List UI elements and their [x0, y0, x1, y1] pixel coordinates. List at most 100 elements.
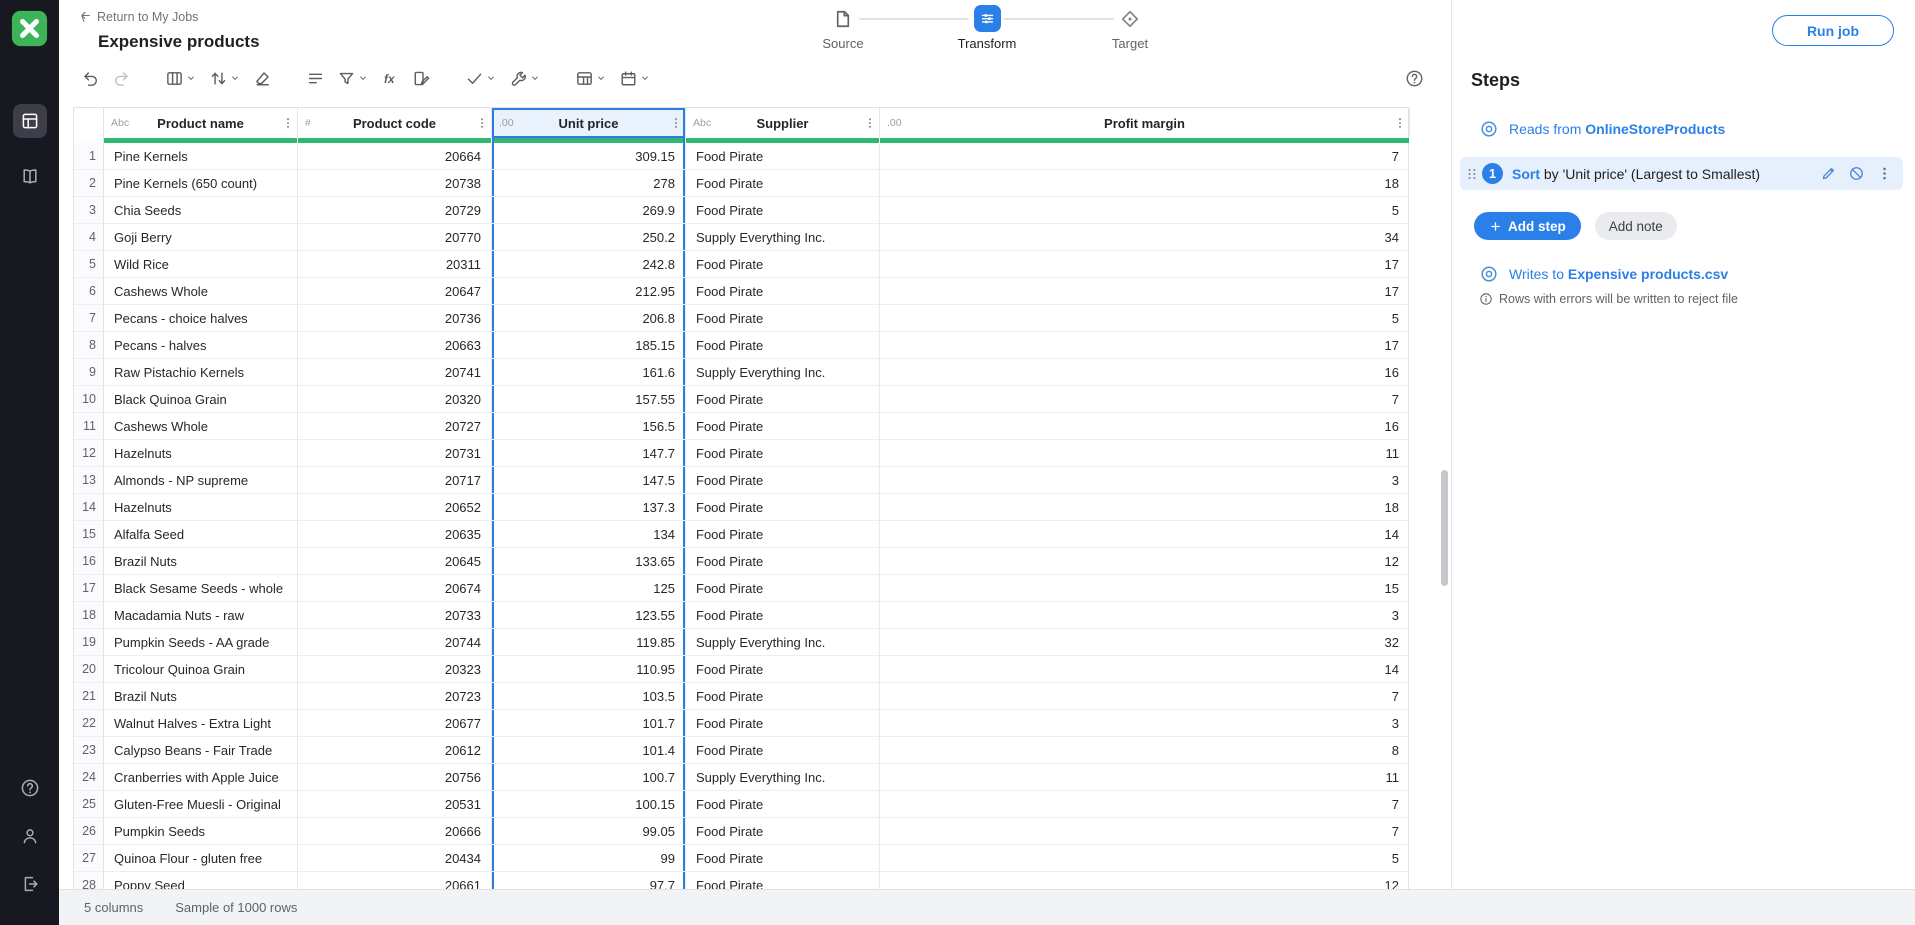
table-cell[interactable]: 7 — [880, 143, 1408, 170]
table-cell[interactable]: 134 — [492, 521, 686, 548]
table-cell[interactable]: Food Pirate — [686, 440, 880, 467]
table-cell[interactable]: 20320 — [298, 386, 492, 413]
table-cell[interactable]: 20434 — [298, 845, 492, 872]
library-icon[interactable] — [13, 159, 47, 193]
choose-columns-icon[interactable] — [162, 64, 200, 92]
table-cell[interactable]: Hazelnuts — [104, 440, 298, 467]
table-cell[interactable]: 5 — [880, 197, 1408, 224]
filter-icon[interactable] — [334, 64, 372, 92]
date-options-icon[interactable] — [616, 64, 654, 92]
table-cell[interactable]: 17 — [880, 332, 1408, 359]
table-cell[interactable]: Food Pirate — [686, 413, 880, 440]
table-cell[interactable]: 185.15 — [492, 332, 686, 359]
table-cell[interactable]: 147.7 — [492, 440, 686, 467]
logout-icon[interactable] — [13, 867, 47, 901]
table-cell[interactable]: Food Pirate — [686, 143, 880, 170]
table-cell[interactable]: 3 — [880, 467, 1408, 494]
column-menu-icon[interactable] — [281, 116, 295, 130]
table-cell[interactable]: Pecans - choice halves — [104, 305, 298, 332]
table-cell[interactable]: 206.8 — [492, 305, 686, 332]
validate-icon[interactable] — [462, 64, 500, 92]
row-number[interactable]: 5 — [74, 251, 104, 278]
table-cell[interactable]: 5 — [880, 305, 1408, 332]
table-cell[interactable]: 20677 — [298, 710, 492, 737]
row-operations-icon[interactable] — [303, 64, 328, 92]
table-cell[interactable]: 34 — [880, 224, 1408, 251]
table-cell[interactable]: 20736 — [298, 305, 492, 332]
table-cell[interactable]: 137.3 — [492, 494, 686, 521]
table-cell[interactable]: 212.95 — [492, 278, 686, 305]
table-cell[interactable]: Chia Seeds — [104, 197, 298, 224]
source-step[interactable]: Reads from OnlineStoreProducts — [1479, 117, 1903, 141]
table-cell[interactable]: 20645 — [298, 548, 492, 575]
table-cell[interactable]: Food Pirate — [686, 791, 880, 818]
table-cell[interactable]: Cashews Whole — [104, 278, 298, 305]
row-number[interactable]: 26 — [74, 818, 104, 845]
table-cell[interactable]: 278 — [492, 170, 686, 197]
row-number[interactable]: 23 — [74, 737, 104, 764]
row-number[interactable]: 13 — [74, 467, 104, 494]
table-cell[interactable]: Food Pirate — [686, 602, 880, 629]
target-step[interactable]: Writes to Expensive products.csv — [1479, 262, 1903, 286]
row-number[interactable]: 10 — [74, 386, 104, 413]
row-number[interactable]: 20 — [74, 656, 104, 683]
table-cell[interactable]: 7 — [880, 791, 1408, 818]
table-cell[interactable]: Food Pirate — [686, 872, 880, 889]
table-cell[interactable]: 20311 — [298, 251, 492, 278]
table-cell[interactable]: Food Pirate — [686, 332, 880, 359]
row-number[interactable]: 15 — [74, 521, 104, 548]
column-header-unit-price[interactable]: .00Unit price — [492, 108, 686, 138]
table-cell[interactable]: 18 — [880, 494, 1408, 521]
table-cell[interactable]: Raw Pistachio Kernels — [104, 359, 298, 386]
table-cell[interactable]: Supply Everything Inc. — [686, 764, 880, 791]
column-menu-icon[interactable] — [863, 116, 877, 130]
table-cell[interactable]: 20723 — [298, 683, 492, 710]
table-cell[interactable]: Food Pirate — [686, 467, 880, 494]
account-icon[interactable] — [13, 819, 47, 853]
table-cell[interactable]: 20663 — [298, 332, 492, 359]
row-number[interactable]: 25 — [74, 791, 104, 818]
table-cell[interactable]: 103.5 — [492, 683, 686, 710]
table-cell[interactable]: Food Pirate — [686, 197, 880, 224]
app-logo[interactable] — [11, 10, 48, 47]
table-cell[interactable]: 11 — [880, 764, 1408, 791]
table-cell[interactable]: 20717 — [298, 467, 492, 494]
table-cell[interactable]: 20733 — [298, 602, 492, 629]
table-cell[interactable]: 20756 — [298, 764, 492, 791]
row-number[interactable]: 12 — [74, 440, 104, 467]
table-cell[interactable]: 157.55 — [492, 386, 686, 413]
table-cell[interactable]: 20731 — [298, 440, 492, 467]
table-cell[interactable]: Black Quinoa Grain — [104, 386, 298, 413]
table-cell[interactable]: Food Pirate — [686, 818, 880, 845]
table-cell[interactable]: 18 — [880, 170, 1408, 197]
table-cell[interactable]: 101.7 — [492, 710, 686, 737]
table-cell[interactable]: Quinoa Flour - gluten free — [104, 845, 298, 872]
table-cell[interactable]: 147.5 — [492, 467, 686, 494]
table-cell[interactable]: 8 — [880, 737, 1408, 764]
redo-icon[interactable] — [109, 64, 134, 92]
help-icon[interactable] — [1402, 64, 1427, 92]
row-number[interactable]: 17 — [74, 575, 104, 602]
add-step-button[interactable]: Add step — [1474, 212, 1581, 240]
table-cell[interactable]: 100.15 — [492, 791, 686, 818]
column-menu-icon[interactable] — [1393, 116, 1407, 130]
table-cell[interactable]: Cranberries with Apple Juice — [104, 764, 298, 791]
table-cell[interactable]: Pine Kernels (650 count) — [104, 170, 298, 197]
table-cell[interactable]: 20741 — [298, 359, 492, 386]
table-cell[interactable]: 11 — [880, 440, 1408, 467]
table-cell[interactable]: 12 — [880, 872, 1408, 889]
row-number[interactable]: 18 — [74, 602, 104, 629]
tools-icon[interactable] — [506, 64, 544, 92]
table-cell[interactable]: 161.6 — [492, 359, 686, 386]
table-cell[interactable]: Food Pirate — [686, 386, 880, 413]
table-cell[interactable]: Wild Rice — [104, 251, 298, 278]
step-menu-icon[interactable] — [1876, 165, 1893, 182]
table-cell[interactable]: 20323 — [298, 656, 492, 683]
table-cell[interactable]: 101.4 — [492, 737, 686, 764]
sort-step[interactable]: 1 Sort by 'Unit price' (Largest to Small… — [1460, 157, 1903, 190]
stepper-target[interactable]: Target — [1075, 5, 1185, 51]
table-cell[interactable]: 99 — [492, 845, 686, 872]
table-cell[interactable]: 20738 — [298, 170, 492, 197]
table-cell[interactable]: 119.85 — [492, 629, 686, 656]
table-cell[interactable]: 17 — [880, 278, 1408, 305]
